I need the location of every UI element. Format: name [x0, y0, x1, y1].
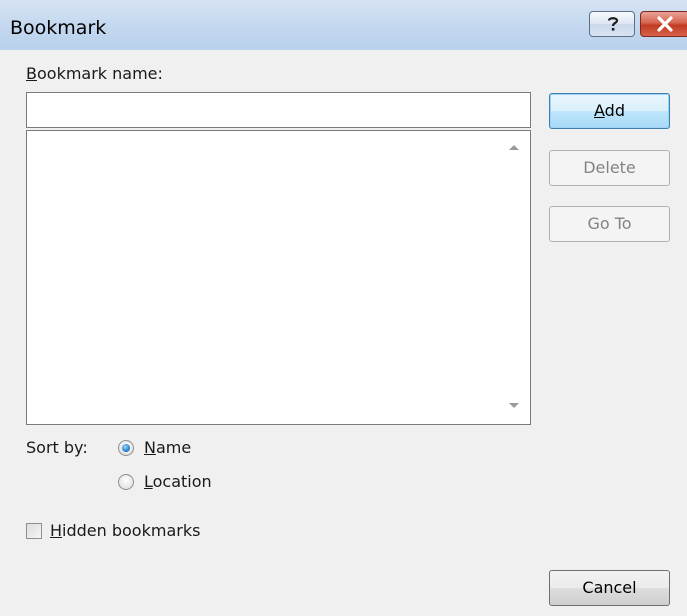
bookmark-list[interactable]	[26, 130, 531, 425]
add-button-label: dd	[604, 101, 625, 120]
add-button-mnemonic: A	[594, 101, 605, 120]
hidden-bookmarks-checkbox[interactable]	[26, 523, 42, 539]
sort-by-name-label[interactable]: Name	[144, 438, 191, 458]
radio-selected-dot	[122, 444, 130, 452]
sort-name-mnemonic: N	[144, 438, 156, 457]
sort-by-location-radio[interactable]	[118, 474, 134, 490]
sort-location-text: ocation	[152, 472, 212, 491]
title-bar: Bookmark	[0, 0, 687, 50]
dialog-title: Bookmark	[10, 17, 107, 39]
sort-by-label: Sort by:	[26, 438, 88, 457]
delete-button[interactable]: Delete	[549, 150, 670, 186]
scroll-up-arrow-icon[interactable]	[508, 143, 520, 151]
scroll-down-arrow-icon[interactable]	[508, 402, 520, 410]
hidden-bookmarks-mnemonic: H	[50, 521, 63, 540]
bookmark-dialog: Bookmark Bookmark name: Add Delete Go To…	[0, 0, 687, 616]
sort-by-location-label[interactable]: Location	[144, 472, 212, 492]
question-mark-icon	[607, 17, 619, 31]
go-to-button[interactable]: Go To	[549, 206, 670, 242]
bookmark-name-label-text: ookmark name:	[36, 64, 163, 83]
bookmark-name-label-mnemonic: B	[26, 64, 37, 83]
add-button[interactable]: Add	[549, 93, 670, 129]
close-button[interactable]	[640, 11, 687, 37]
sort-location-mnemonic: L	[144, 472, 153, 491]
bookmark-name-input[interactable]	[26, 92, 531, 128]
hidden-bookmarks-text: idden bookmarks	[62, 521, 201, 540]
sort-by-name-radio[interactable]	[118, 440, 134, 456]
close-x-icon	[657, 16, 673, 32]
help-button[interactable]	[589, 11, 635, 37]
sort-name-text: ame	[155, 438, 192, 457]
bookmark-name-label: Bookmark name:	[26, 64, 163, 84]
cancel-button[interactable]: Cancel	[549, 570, 670, 606]
hidden-bookmarks-label[interactable]: Hidden bookmarks	[50, 521, 200, 541]
